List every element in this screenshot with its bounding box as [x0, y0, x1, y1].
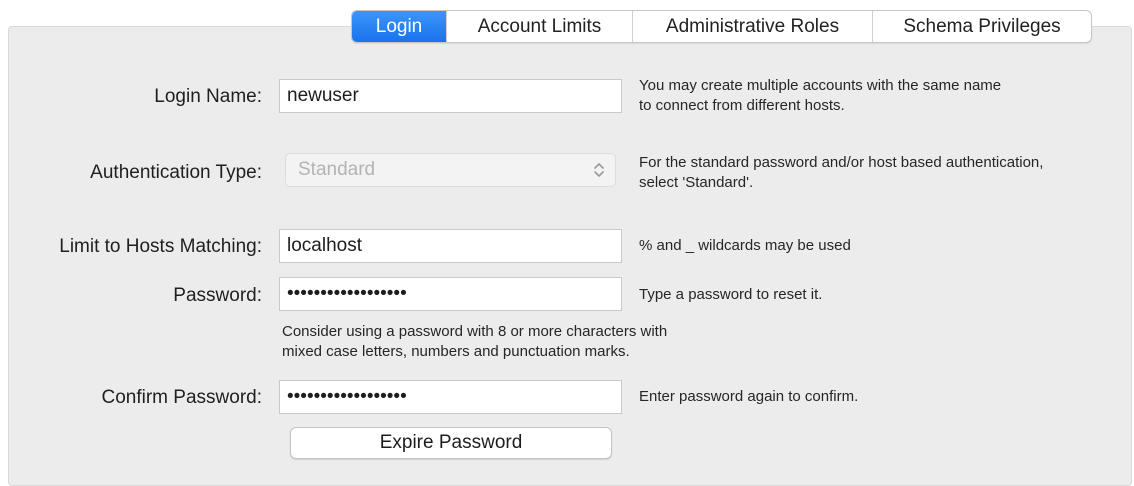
- password-label: Password:: [173, 285, 262, 306]
- hosts-help: % and _ wildcards may be used: [639, 237, 851, 254]
- password-hint: Consider using a password with 8 or more…: [282, 322, 802, 362]
- login-name-help-line1: You may create multiple accounts with th…: [639, 77, 1002, 94]
- hosts-label: Limit to Hosts Matching:: [59, 236, 262, 257]
- confirm-password-label: Confirm Password:: [101, 387, 263, 408]
- auth-type-select[interactable]: Standard: [285, 153, 616, 187]
- auth-type-value: Standard: [298, 159, 376, 180]
- auth-type-label: Authentication Type:: [90, 162, 262, 183]
- auth-type-help: For the standard password and/or host ba…: [639, 153, 1043, 193]
- password-help: Type a password to reset it.: [639, 286, 823, 303]
- tab-account-limits[interactable]: Account Limits: [446, 11, 632, 42]
- password-hint-line1: Consider using a password with 8 or more…: [282, 323, 668, 340]
- up-down-chevron-icon: [594, 163, 604, 177]
- password-input[interactable]: [279, 277, 622, 311]
- tab-bar: Login Account Limits Administrative Role…: [351, 10, 1092, 43]
- tab-schema-privileges[interactable]: Schema Privileges: [872, 11, 1091, 42]
- password-hint-line2: mixed case letters, numbers and punctuat…: [282, 343, 630, 360]
- auth-type-help-line2: select 'Standard'.: [639, 174, 754, 191]
- login-name-label: Login Name:: [154, 86, 262, 107]
- tab-administrative-roles[interactable]: Administrative Roles: [632, 11, 872, 42]
- expire-password-button[interactable]: Expire Password: [290, 427, 612, 459]
- login-name-help: You may create multiple accounts with th…: [639, 76, 1001, 116]
- login-name-help-line2: to connect from different hosts.: [639, 97, 845, 114]
- auth-type-help-line1: For the standard password and/or host ba…: [639, 154, 1044, 171]
- confirm-password-input[interactable]: [279, 380, 622, 414]
- tab-login[interactable]: Login: [352, 11, 446, 42]
- login-name-input[interactable]: [279, 79, 622, 113]
- confirm-password-help: Enter password again to confirm.: [639, 388, 859, 405]
- hosts-input[interactable]: [279, 229, 622, 263]
